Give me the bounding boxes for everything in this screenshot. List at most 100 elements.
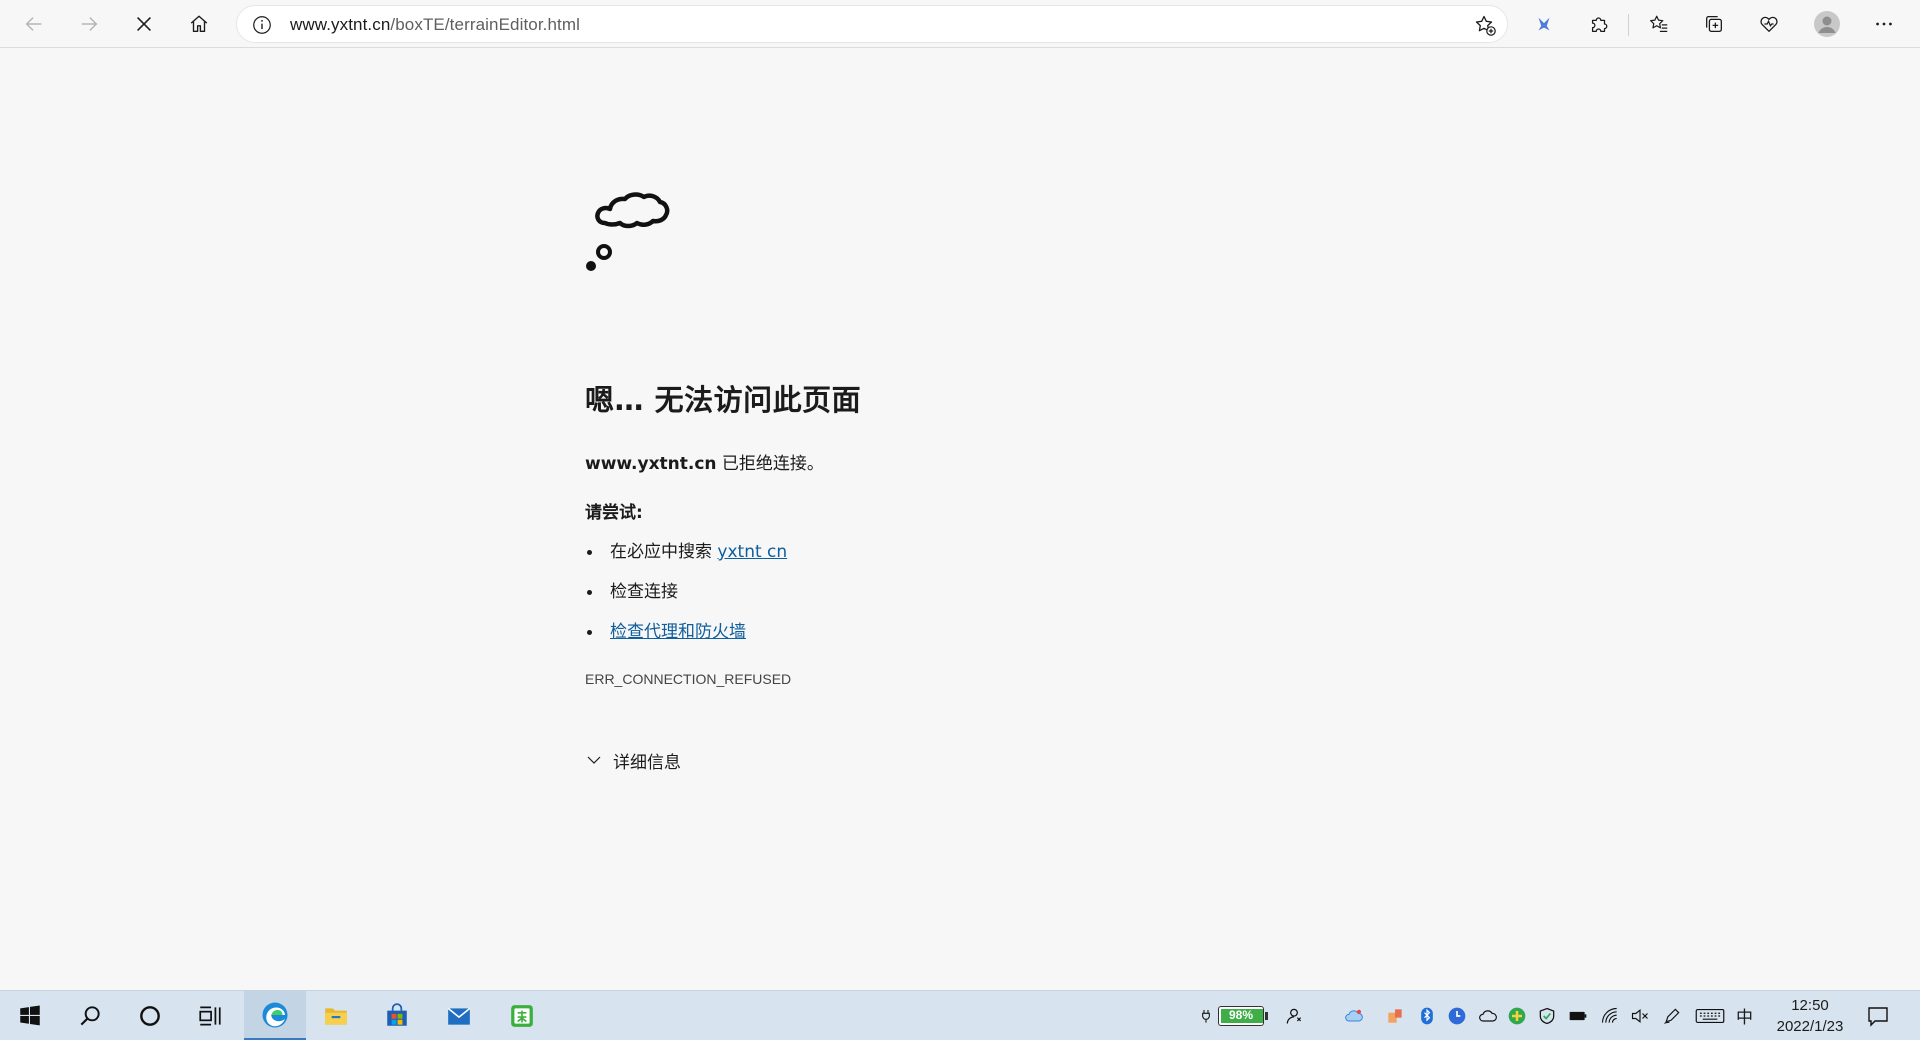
address-bar[interactable]: www.yxtnt.cn/boxTE/terrainEditor.html: [236, 5, 1508, 43]
pen-tray[interactable]: [1660, 1004, 1684, 1028]
url-text[interactable]: www.yxtnt.cn/boxTE/terrainEditor.html: [290, 15, 580, 35]
url-path: /boxTE/terrainEditor.html: [390, 15, 580, 34]
search-bing-link[interactable]: yxtnt cn: [717, 542, 787, 562]
chevron-down-icon: [587, 756, 601, 764]
folder-icon: [325, 1008, 347, 1025]
bluetooth-icon: [1421, 1007, 1433, 1025]
onedrive-tray[interactable]: [1476, 1004, 1500, 1028]
details-toggle[interactable]: 详细信息: [585, 747, 681, 773]
shield-icon: [1539, 1007, 1555, 1025]
more-horizontal-icon: [1876, 22, 1892, 26]
avatar-icon: [1814, 11, 1840, 37]
back-button[interactable]: [16, 6, 52, 42]
clock-app-tray[interactable]: [1446, 1004, 1468, 1028]
people-icon: [1286, 1008, 1302, 1024]
extension-pin-icon: [1538, 17, 1550, 31]
taskbar-clock[interactable]: 12:50 2022/1/23: [1768, 995, 1852, 1037]
error-host: www.yxtnt.cn: [585, 454, 717, 474]
mail-icon: [447, 1007, 471, 1025]
battery-icon: [1569, 1011, 1587, 1021]
details-label: 详细信息: [613, 752, 681, 773]
keyboard-icon: [1695, 1008, 1725, 1024]
battery-indicator[interactable]: 98%: [1218, 1006, 1268, 1026]
start-button[interactable]: [6, 991, 54, 1040]
cloud-sync-icon: [1345, 1009, 1363, 1022]
battery-percent: 98%: [1228, 1008, 1254, 1022]
cortana-icon: [140, 1006, 160, 1026]
store-icon: [387, 1003, 407, 1026]
power-plug-tray[interactable]: [1198, 1004, 1214, 1028]
browser-toolbar: www.yxtnt.cn/boxTE/terrainEditor.html: [0, 0, 1920, 48]
battery-nub: [1265, 1012, 1268, 1020]
taskbar-mail[interactable]: [435, 991, 483, 1040]
taskbar: 98% 中 12:50 2022/1/23: [0, 990, 1920, 1040]
volume-muted-icon: [1631, 1008, 1648, 1024]
suggestion-check-connection-text: 检查连接: [610, 582, 678, 602]
home-button[interactable]: [181, 6, 217, 42]
people-tray[interactable]: [1282, 1004, 1306, 1028]
taskbar-classroom-app[interactable]: [498, 991, 546, 1040]
suggestion-search-text: 在必应中搜索: [610, 542, 718, 562]
search-icon: [80, 1006, 100, 1026]
edge-icon: [262, 1002, 288, 1027]
error-code: ERR_CONNECTION_REFUSED: [585, 671, 792, 687]
taskbar-store[interactable]: [373, 991, 421, 1040]
arrow-left-icon: [25, 17, 42, 31]
touch-keyboard-tray[interactable]: [1694, 1004, 1726, 1028]
cloud-sync-tray[interactable]: [1340, 1004, 1368, 1028]
collections-icon: [1706, 16, 1722, 32]
error-message: 已拒绝连接。: [716, 454, 824, 474]
battery-saver-tray[interactable]: [1566, 1004, 1590, 1028]
stop-loading-button[interactable]: [126, 6, 162, 42]
suggestion-list: 在必应中搜索 yxtnt cn 检查连接 检查代理和防火墙: [585, 540, 787, 660]
clock-date: 2022/1/23: [1776, 1018, 1844, 1035]
search-button[interactable]: [66, 991, 114, 1040]
settings-more-button[interactable]: [1866, 6, 1902, 42]
suggestion-check-proxy: 检查代理和防火墙: [585, 620, 787, 660]
try-title: 请尝试:: [585, 503, 643, 523]
suggestion-search-bing: 在必应中搜索 yxtnt cn: [585, 540, 787, 580]
onedrive-cloud-icon: [1479, 1010, 1497, 1022]
task-view-icon: [199, 1006, 221, 1026]
extensions-button[interactable]: [1581, 6, 1617, 42]
wifi-icon: [1601, 1007, 1617, 1023]
check-proxy-firewall-link[interactable]: 检查代理和防火墙: [610, 622, 746, 642]
ime-indicator[interactable]: 中: [1736, 1003, 1753, 1028]
favorites-button[interactable]: [1641, 6, 1677, 42]
home-icon: [190, 15, 208, 33]
suggestion-check-connection: 检查连接: [585, 580, 787, 620]
volume-muted-tray[interactable]: [1628, 1004, 1652, 1028]
forward-button[interactable]: [71, 6, 107, 42]
extension-pin-button[interactable]: [1526, 6, 1562, 42]
security-app-tray[interactable]: [1506, 1004, 1528, 1028]
taskbar-file-explorer[interactable]: [312, 991, 360, 1040]
windows-defender-tray[interactable]: [1536, 1004, 1558, 1028]
taskbar-edge[interactable]: [244, 991, 306, 1040]
app-orange-icon: [1388, 1009, 1402, 1023]
cortana-button[interactable]: [126, 991, 174, 1040]
plug-icon: [1202, 1010, 1210, 1023]
clock-app-icon: [1448, 1007, 1466, 1025]
notification-center-icon[interactable]: [1866, 1004, 1890, 1028]
close-icon: [137, 17, 151, 31]
thought-cloud-icon: [586, 192, 670, 271]
error-page: 嗯… 无法访问此页面 www.yxtnt.cn 已拒绝连接。 请尝试: 在必应中…: [0, 49, 1920, 990]
info-icon[interactable]: [251, 14, 273, 36]
add-favorite-icon[interactable]: [1473, 13, 1497, 37]
favorites-icon: [1650, 15, 1668, 32]
collections-button[interactable]: [1696, 6, 1732, 42]
error-description: www.yxtnt.cn 已拒绝连接。: [585, 449, 824, 474]
windows-logo-icon: [20, 1005, 40, 1026]
arrow-right-icon: [81, 17, 98, 31]
app-tray-orange[interactable]: [1384, 1004, 1406, 1028]
security-app-icon: [1508, 1007, 1526, 1025]
performance-button[interactable]: [1751, 6, 1787, 42]
wifi-tray[interactable]: [1598, 1004, 1622, 1028]
heart-pulse-icon: [1760, 16, 1778, 32]
task-view-button[interactable]: [186, 991, 234, 1040]
bluetooth-tray[interactable]: [1416, 1004, 1438, 1028]
error-title: 嗯… 无法访问此页面: [585, 383, 862, 417]
url-host: www.yxtnt.cn: [290, 15, 391, 34]
classroom-app-icon: [511, 1005, 533, 1027]
profile-button[interactable]: [1809, 6, 1845, 42]
